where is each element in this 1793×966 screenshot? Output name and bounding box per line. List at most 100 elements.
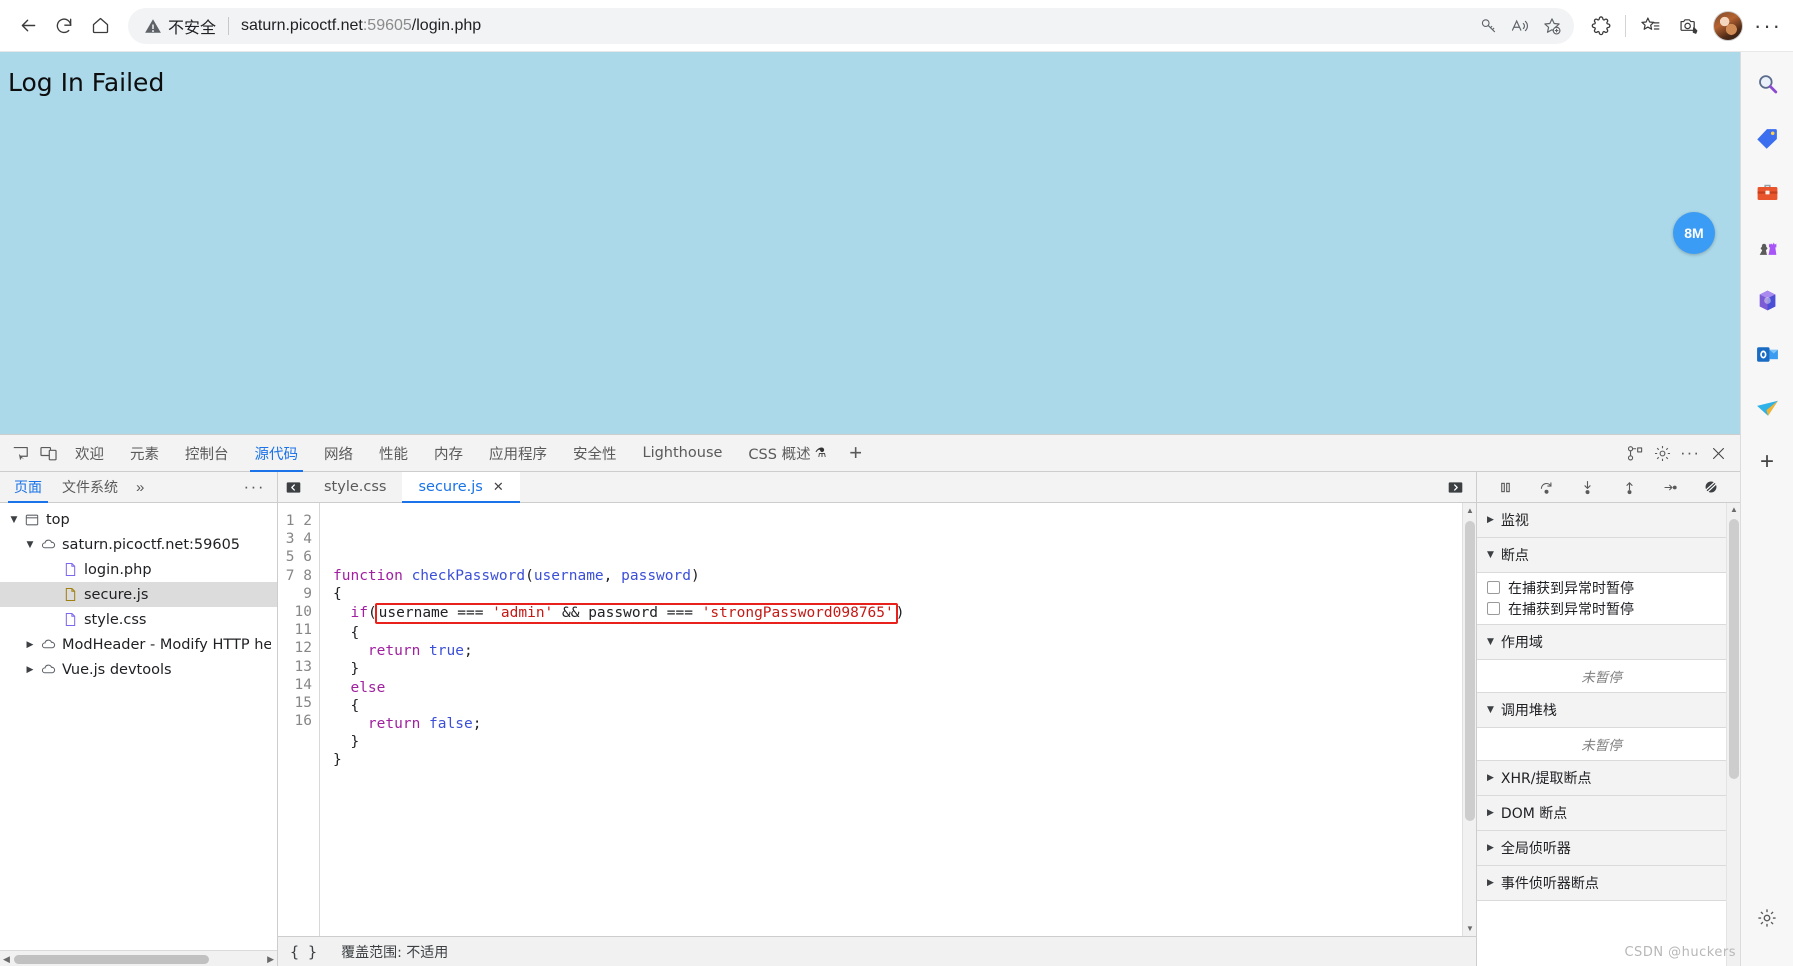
debugger-section-breakpoints[interactable]: ▼ 断点 bbox=[1477, 538, 1726, 573]
outlook-icon[interactable] bbox=[1749, 336, 1785, 372]
step-over-icon[interactable] bbox=[1535, 475, 1559, 499]
caret-icon[interactable]: ▶ bbox=[1487, 843, 1494, 853]
debugger-section-scope[interactable]: ▼ 作用域 bbox=[1477, 625, 1726, 660]
debugger-section-xhr-breakpoints[interactable]: ▶ XHR/提取断点 bbox=[1477, 761, 1726, 796]
pause-on-caught-exceptions-1[interactable]: 在捕获到异常时暂停 bbox=[1487, 577, 1726, 598]
caret-icon[interactable]: ▶ bbox=[1487, 515, 1494, 525]
show-navigator-icon[interactable] bbox=[278, 472, 308, 503]
twisty-icon[interactable]: ▶ bbox=[22, 665, 38, 675]
caret-icon[interactable]: ▼ bbox=[1487, 637, 1494, 647]
step-into-icon[interactable] bbox=[1576, 475, 1600, 499]
devtools-tab-security[interactable]: 安全性 bbox=[560, 435, 630, 472]
home-button[interactable] bbox=[82, 8, 118, 44]
scrollbar-thumb[interactable] bbox=[1729, 519, 1739, 779]
caret-icon[interactable]: ▶ bbox=[1487, 808, 1494, 818]
code-viewport[interactable]: 1 2 3 4 5 6 7 8 9 10 11 12 13 14 15 16 f… bbox=[278, 503, 1476, 936]
scroll-left-arrow-icon[interactable]: ◀ bbox=[3, 954, 10, 965]
tree-item-vuejs-devtools[interactable]: ▶ Vue.js devtools bbox=[0, 657, 277, 682]
caret-icon[interactable]: ▼ bbox=[1487, 550, 1494, 560]
checkbox[interactable] bbox=[1487, 581, 1500, 594]
extensions-icon[interactable] bbox=[1582, 7, 1620, 45]
debugger-section-call-stack[interactable]: ▼ 调用堆栈 bbox=[1477, 693, 1726, 728]
screenshot-icon[interactable] bbox=[1669, 7, 1707, 45]
settings-gear-icon[interactable] bbox=[1648, 439, 1676, 467]
close-tab-icon[interactable]: ✕ bbox=[493, 480, 504, 495]
step-out-icon[interactable] bbox=[1617, 475, 1641, 499]
scroll-right-arrow-icon[interactable]: ▶ bbox=[267, 954, 274, 965]
twisty-icon[interactable]: ▼ bbox=[22, 540, 38, 550]
url-text[interactable]: saturn.picoctf.net:59605/login.php bbox=[241, 17, 481, 35]
editor-tab-secure-js[interactable]: secure.js ✕ bbox=[402, 471, 521, 503]
more-options-icon[interactable]: ··· bbox=[1676, 439, 1704, 467]
navigator-more-options-icon[interactable]: ··· bbox=[244, 477, 277, 497]
send-plane-icon[interactable] bbox=[1749, 390, 1785, 426]
caret-icon[interactable]: ▶ bbox=[1487, 773, 1494, 783]
navigator-tab-filesystem[interactable]: 文件系统 bbox=[52, 472, 128, 503]
read-aloud-icon[interactable] bbox=[1504, 10, 1536, 42]
profile-avatar[interactable] bbox=[1713, 10, 1743, 41]
collections-icon[interactable] bbox=[1631, 7, 1669, 45]
search-icon[interactable] bbox=[1749, 66, 1785, 102]
add-favorite-icon[interactable] bbox=[1536, 10, 1568, 42]
show-debugger-sidebar-icon[interactable] bbox=[1440, 472, 1470, 503]
close-devtools-icon[interactable] bbox=[1704, 439, 1732, 467]
address-bar[interactable]: 不安全 saturn.picoctf.net:59605/login.php bbox=[128, 7, 1574, 44]
devtools-tab-network[interactable]: 网络 bbox=[311, 435, 366, 472]
debugger-section-watch[interactable]: ▶ 监视 bbox=[1477, 503, 1726, 538]
inspect-devices-icon[interactable] bbox=[1620, 439, 1648, 467]
scroll-up-arrow-icon[interactable]: ▲ bbox=[1466, 506, 1474, 515]
tools-briefcase-icon[interactable] bbox=[1749, 174, 1785, 210]
settings-more-icon[interactable]: ··· bbox=[1749, 7, 1787, 45]
editor-tab-style-css[interactable]: style.css bbox=[308, 472, 402, 503]
twisty-icon[interactable]: ▼ bbox=[6, 515, 22, 525]
debugger-section-global-listeners[interactable]: ▶ 全局侦听器 bbox=[1477, 831, 1726, 866]
devtools-tab-welcome[interactable]: 欢迎 bbox=[62, 435, 117, 472]
devtools-tab-memory[interactable]: 内存 bbox=[421, 435, 476, 472]
code-content[interactable]: function checkPassword(username, passwor… bbox=[320, 503, 1462, 936]
scroll-up-arrow-icon[interactable]: ▲ bbox=[1730, 505, 1738, 514]
twisty-icon[interactable]: ▶ bbox=[22, 640, 38, 650]
checkbox[interactable] bbox=[1487, 602, 1500, 615]
scrollbar-thumb[interactable] bbox=[1465, 521, 1475, 821]
inspect-element-icon[interactable] bbox=[6, 439, 34, 467]
sidebar-settings-gear-icon[interactable] bbox=[1749, 900, 1785, 936]
pause-on-caught-exceptions-2[interactable]: 在捕获到异常时暂停 bbox=[1487, 598, 1726, 619]
tree-item-top[interactable]: ▼ top bbox=[0, 507, 277, 532]
navigator-more-chevron-icon[interactable]: » bbox=[128, 479, 152, 496]
tree-item-origin[interactable]: ▼ saturn.picoctf.net:59605 bbox=[0, 532, 277, 557]
microsoft-365-icon[interactable] bbox=[1749, 282, 1785, 318]
devtools-tab-lighthouse[interactable]: Lighthouse bbox=[630, 435, 736, 472]
debugger-section-dom-breakpoints[interactable]: ▶ DOM 断点 bbox=[1477, 796, 1726, 831]
add-panel-button[interactable]: + bbox=[839, 442, 872, 464]
tree-item-secure-js[interactable]: secure.js bbox=[0, 582, 277, 607]
navigator-tab-page[interactable]: 页面 bbox=[4, 472, 52, 503]
key-icon[interactable] bbox=[1472, 10, 1504, 42]
games-chess-icon[interactable] bbox=[1749, 228, 1785, 264]
step-icon[interactable] bbox=[1658, 475, 1682, 499]
pause-resume-icon[interactable] bbox=[1494, 475, 1518, 499]
caret-icon[interactable]: ▼ bbox=[1487, 705, 1494, 715]
scroll-down-arrow-icon[interactable]: ▼ bbox=[1466, 924, 1474, 933]
tree-item-login-php[interactable]: login.php bbox=[0, 557, 277, 582]
floating-badge-8m[interactable]: 8M bbox=[1673, 212, 1715, 254]
shopping-tag-icon[interactable] bbox=[1749, 120, 1785, 156]
refresh-button[interactable] bbox=[46, 8, 82, 44]
devtools-tab-sources[interactable]: 源代码 bbox=[242, 435, 312, 472]
code-vertical-scrollbar[interactable]: ▲ ▼ bbox=[1462, 503, 1476, 936]
navigator-horizontal-scrollbar[interactable]: ◀ ▶ bbox=[0, 950, 277, 966]
tree-item-modheader[interactable]: ▶ ModHeader - Modify HTTP head bbox=[0, 632, 277, 657]
devtools-tab-application[interactable]: 应用程序 bbox=[476, 435, 560, 472]
caret-icon[interactable]: ▶ bbox=[1487, 878, 1494, 888]
tree-item-style-css[interactable]: style.css bbox=[0, 607, 277, 632]
devtools-tab-css-overview[interactable]: CSS 概述 ⚗ bbox=[735, 435, 839, 472]
add-sidebar-app-button[interactable]: + bbox=[1749, 444, 1785, 480]
devtools-tab-console[interactable]: 控制台 bbox=[172, 435, 242, 472]
devtools-tab-performance[interactable]: 性能 bbox=[366, 435, 421, 472]
debugger-vertical-scrollbar[interactable]: ▲ bbox=[1726, 503, 1740, 966]
scrollbar-thumb[interactable] bbox=[14, 955, 209, 964]
deactivate-breakpoints-icon[interactable] bbox=[1699, 475, 1723, 499]
pretty-print-icon[interactable]: { } bbox=[290, 943, 317, 961]
devtools-tab-elements[interactable]: 元素 bbox=[117, 435, 172, 472]
device-toolbar-icon[interactable] bbox=[34, 439, 62, 467]
back-button[interactable] bbox=[10, 8, 46, 44]
